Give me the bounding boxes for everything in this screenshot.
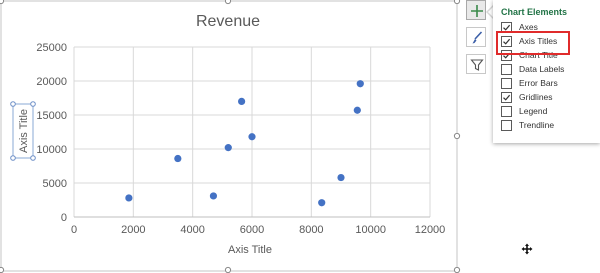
selection-handle[interactable] <box>10 155 16 161</box>
chart-filters-button[interactable] <box>466 54 486 74</box>
data-labels-label: Data Labels <box>519 64 565 74</box>
chart-element-gridlines[interactable]: Gridlines <box>501 92 596 104</box>
chart-elements-button[interactable] <box>466 0 486 20</box>
x-tick-label: 2000 <box>121 224 145 236</box>
resize-handle[interactable] <box>453 0 461 5</box>
chart-element-trendline[interactable]: Trendline <box>501 120 596 132</box>
chart-title[interactable]: Revenue <box>196 13 260 30</box>
data-point[interactable] <box>248 133 256 141</box>
data-point[interactable] <box>353 106 361 114</box>
x-tick-label: 6000 <box>240 224 264 236</box>
chart-frame <box>0 0 458 272</box>
chart-element-error-bars[interactable]: Error Bars <box>501 78 596 90</box>
data-labels-checkbox[interactable] <box>501 64 512 75</box>
y-tick-label: 0 <box>61 212 67 224</box>
chart-styles-button[interactable] <box>466 27 486 47</box>
y-axis-title[interactable]: Axis Title <box>18 109 30 153</box>
legend-checkbox[interactable] <box>501 106 512 117</box>
chart-element-legend[interactable]: Legend <box>501 106 596 118</box>
x-tick-label: 12000 <box>415 224 446 236</box>
gridlines-label: Gridlines <box>519 92 553 102</box>
data-point[interactable] <box>209 192 218 200</box>
data-point[interactable] <box>337 173 345 182</box>
move-cursor-icon <box>521 243 533 255</box>
resize-handle[interactable] <box>224 266 232 273</box>
selection-handle[interactable] <box>30 155 36 161</box>
filter-icon <box>470 59 484 71</box>
resize-handle[interactable] <box>453 266 461 273</box>
resize-handle[interactable] <box>0 266 5 273</box>
error-bars-label: Error Bars <box>519 78 558 88</box>
x-tick-label: 10000 <box>355 224 386 236</box>
data-point[interactable] <box>224 144 232 152</box>
brush-icon <box>472 31 483 44</box>
y-tick-label: 20000 <box>36 76 67 88</box>
trendline-label: Trendline <box>519 120 555 130</box>
plus-icon <box>471 5 483 17</box>
selection-handle[interactable] <box>10 101 16 107</box>
selection-handle[interactable] <box>30 101 36 107</box>
axis-titles-highlight <box>496 31 570 55</box>
x-tick-label: 0 <box>71 224 77 236</box>
data-point[interactable] <box>356 80 364 88</box>
panel-title: Chart Elements <box>501 7 568 17</box>
resize-handle[interactable] <box>224 0 232 5</box>
legend-label: Legend <box>519 106 548 116</box>
resize-handle[interactable] <box>0 0 5 5</box>
data-point[interactable] <box>174 154 182 163</box>
resize-handle[interactable] <box>453 132 461 140</box>
chart-element-data-labels[interactable]: Data Labels <box>501 64 596 76</box>
x-axis-title[interactable]: Axis Title <box>228 244 272 256</box>
error-bars-checkbox[interactable] <box>501 78 512 89</box>
chart-elements-panel: Chart Elements Axes Axis Titles Chart Ti… <box>493 0 600 143</box>
y-tick-label: 10000 <box>36 144 67 156</box>
gridlines-checkbox[interactable] <box>501 92 512 103</box>
check-icon <box>503 94 511 101</box>
data-point[interactable] <box>238 97 246 105</box>
y-tick-label: 15000 <box>36 110 67 122</box>
trendline-checkbox[interactable] <box>501 120 512 131</box>
y-tick-label: 25000 <box>36 42 67 54</box>
x-tick-label: 8000 <box>299 224 323 236</box>
data-point[interactable] <box>318 199 326 207</box>
x-tick-label: 4000 <box>180 224 204 236</box>
y-tick-label: 5000 <box>43 178 67 190</box>
data-point[interactable] <box>125 194 133 202</box>
